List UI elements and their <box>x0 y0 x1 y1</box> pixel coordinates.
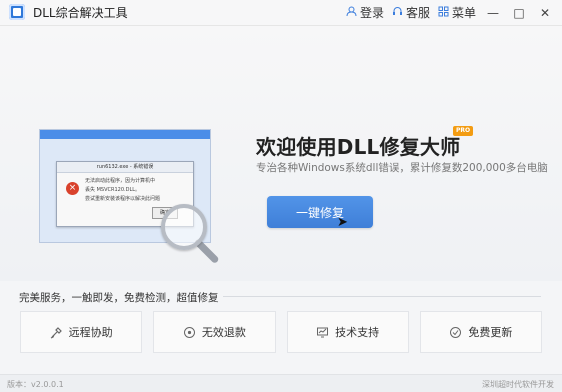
app-logo-icon <box>9 4 25 20</box>
top-actions: 登录 客服 菜单 — □ ✕ <box>346 0 554 25</box>
title-bar[interactable]: DLL综合解决工具 登录 客服 菜单 — □ ✕ <box>0 0 562 26</box>
maximize-button[interactable]: □ <box>510 6 528 20</box>
remote-assist-card[interactable]: 远程协助 <box>20 311 143 353</box>
refund-icon <box>183 326 196 339</box>
status-bar: 版本：v2.0.0.1 深圳超时代软件开发 <box>0 374 562 392</box>
remote-assist-icon <box>50 326 63 339</box>
mouse-cursor-icon: ➤ <box>337 215 348 230</box>
error-line-1: 无法启动此程序，因为计算机中 <box>85 178 156 184</box>
menu-icon <box>438 6 449 20</box>
pro-badge: PRO <box>453 126 473 136</box>
user-icon <box>346 6 357 20</box>
app-window: DLL综合解决工具 登录 客服 菜单 — □ ✕ run6132.exe - 系… <box>0 0 562 392</box>
screen-titlebar <box>40 130 210 139</box>
hero-title: 欢迎使用DLL修复大师 <box>256 135 461 159</box>
tech-support-label: 技术支持 <box>335 326 380 339</box>
tech-support-icon <box>316 326 329 339</box>
window-title: DLL综合解决工具 <box>33 6 128 20</box>
free-update-card[interactable]: 免费更新 <box>419 311 542 353</box>
services-heading: 完美服务，一触即发，免费检测，超值修复 <box>19 290 223 305</box>
headset-icon <box>392 6 403 20</box>
magnifier-icon <box>161 204 207 250</box>
error-dialog-title: run6132.exe - 系统错误 <box>57 162 193 173</box>
menu-link[interactable]: 菜单 <box>438 4 476 21</box>
error-icon: × <box>66 182 79 195</box>
hero-panel: run6132.exe - 系统错误 × 无法启动此程序，因为计算机中 丢失 M… <box>0 26 562 281</box>
error-line-2: 丢失 MSVCR120.DLL。 <box>85 187 141 193</box>
error-illustration: run6132.exe - 系统错误 × 无法启动此程序，因为计算机中 丢失 M… <box>39 129 220 265</box>
refund-label: 无效退款 <box>201 326 246 339</box>
error-line-3: 尝试重新安装该程序以解决此问题 <box>85 196 161 202</box>
close-button[interactable]: ✕ <box>536 6 554 20</box>
one-click-repair-button[interactable]: 一键修复 <box>267 196 373 228</box>
service-link[interactable]: 客服 <box>392 4 430 21</box>
minimize-button[interactable]: — <box>484 6 502 20</box>
version-text: 版本：v2.0.0.1 <box>7 380 64 389</box>
update-icon <box>449 326 462 339</box>
refund-card[interactable]: 无效退款 <box>153 311 276 353</box>
menu-label: 菜单 <box>451 6 476 20</box>
free-update-label: 免费更新 <box>468 326 513 339</box>
service-label: 客服 <box>405 6 430 20</box>
remote-assist-label: 远程协助 <box>68 326 113 339</box>
login-link[interactable]: 登录 <box>346 4 384 21</box>
vendor-text: 深圳超时代软件开发 <box>482 380 554 389</box>
tech-support-card[interactable]: 技术支持 <box>286 311 409 353</box>
hero-subtitle: 专治各种Windows系统dll错误，累计修复数200,000多台电脑 <box>256 162 548 174</box>
services-row: 远程协助 无效退款 技术支持 免费更新 <box>20 311 542 353</box>
login-label: 登录 <box>359 6 384 20</box>
